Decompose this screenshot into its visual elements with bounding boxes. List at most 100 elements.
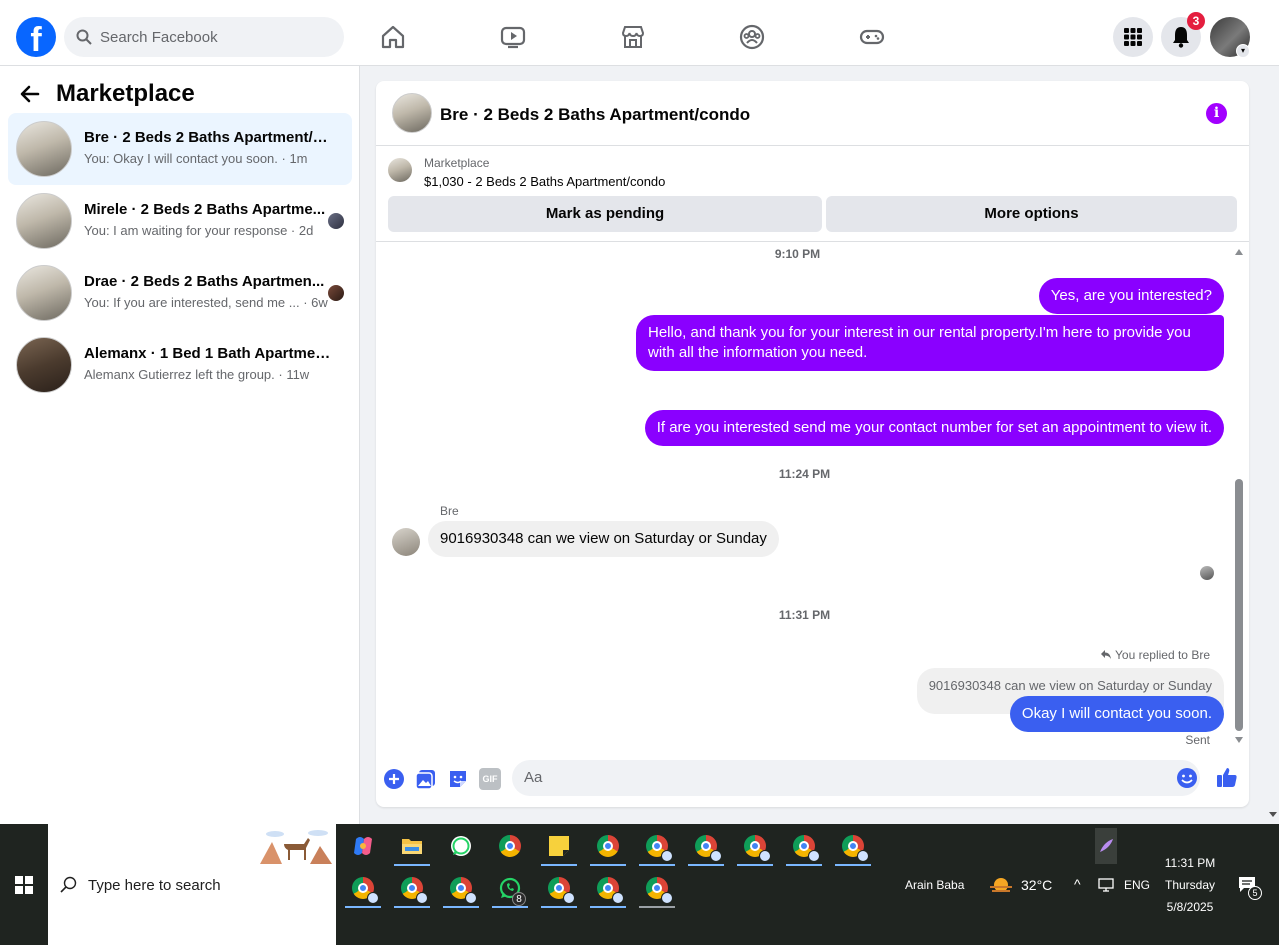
whatsapp-badge: 8 bbox=[512, 892, 526, 906]
running-indicator bbox=[835, 864, 871, 866]
taskbar-chrome-profile[interactable] bbox=[392, 870, 432, 908]
video-icon[interactable] bbox=[500, 24, 526, 50]
groups-icon[interactable] bbox=[739, 24, 765, 50]
message-bubble-received[interactable]: 9016930348 can we view on Saturday or Su… bbox=[428, 521, 779, 557]
conversation-title: Bre · 2 Beds 2 Baths Apartment/co... bbox=[84, 129, 334, 146]
sidebar-title: Marketplace bbox=[56, 80, 195, 107]
taskbar-chrome-profile[interactable] bbox=[833, 828, 873, 866]
running-indicator bbox=[786, 864, 822, 866]
chrome-icon bbox=[597, 835, 619, 857]
sender-avatar[interactable] bbox=[392, 528, 420, 556]
page-scroll-down-icon[interactable] bbox=[1269, 810, 1277, 818]
taskbar-search[interactable]: Type here to search bbox=[48, 824, 336, 945]
marketplace-icon[interactable] bbox=[620, 24, 646, 50]
sticker-icon[interactable] bbox=[447, 768, 469, 790]
network-icon[interactable] bbox=[1098, 878, 1114, 892]
message-timestamp: 11:31 PM bbox=[778, 608, 831, 622]
taskbar-file-explorer[interactable] bbox=[392, 828, 432, 866]
scroll-down-icon[interactable] bbox=[1235, 737, 1243, 743]
info-icon[interactable]: i bbox=[1206, 103, 1227, 124]
chat-avatar[interactable] bbox=[392, 93, 432, 133]
taskbar-chrome-profile[interactable] bbox=[637, 828, 677, 866]
listing-label: Marketplace bbox=[424, 156, 490, 170]
sidebar-header: Marketplace bbox=[20, 80, 195, 108]
photo-icon[interactable] bbox=[415, 768, 437, 790]
taskbar-chrome-profile[interactable] bbox=[735, 828, 775, 866]
clock-time[interactable]: 11:31 PM bbox=[1160, 856, 1220, 870]
thumbs-up-icon[interactable] bbox=[1216, 766, 1238, 788]
windows-logo-icon bbox=[15, 875, 33, 894]
message-bubble-sent[interactable]: Yes, are you interested? bbox=[1038, 278, 1224, 314]
listing-price[interactable]: $1,030 - 2 Beds 2 Baths Apartment/condo bbox=[424, 174, 665, 189]
chat-title[interactable]: Bre · 2 Beds 2 Baths Apartment/condo bbox=[440, 105, 750, 125]
notification-badge: 3 bbox=[1187, 12, 1205, 30]
chevron-down-icon[interactable]: ▾ bbox=[1236, 44, 1250, 58]
running-indicator bbox=[492, 906, 528, 908]
weather-sun-icon[interactable] bbox=[988, 874, 1014, 896]
reply-indicator-text: You replied to Bre bbox=[1115, 648, 1210, 662]
taskbar-chrome-profile-active[interactable] bbox=[637, 870, 677, 908]
mark-as-pending-button[interactable]: Mark as pending bbox=[388, 196, 822, 232]
more-options-button[interactable]: More options bbox=[826, 196, 1237, 232]
home-icon[interactable] bbox=[380, 24, 406, 50]
chevron-up-icon[interactable]: ^ bbox=[1074, 876, 1081, 892]
taskbar-chrome-profile[interactable] bbox=[441, 870, 481, 908]
chrome-profile-icon bbox=[744, 835, 771, 862]
messages-scrollbar[interactable] bbox=[1235, 249, 1243, 743]
conversation-preview: You: Okay I will contact you soon. · 1m bbox=[84, 151, 308, 166]
user-label: Arain Baba bbox=[905, 878, 965, 892]
chrome-icon bbox=[499, 835, 521, 857]
search-box[interactable]: Search Facebook bbox=[64, 17, 344, 57]
conversation-item[interactable]: Bre · 2 Beds 2 Baths Apartment/co... You… bbox=[8, 113, 352, 185]
conversation-item[interactable]: Drae · 2 Beds 2 Baths Apartmen... You: I… bbox=[8, 257, 352, 329]
taskbar-chrome[interactable] bbox=[490, 828, 530, 864]
top-navigation: f Search Facebook 3 ▾ bbox=[0, 0, 1279, 66]
language-indicator[interactable]: ENG bbox=[1124, 878, 1150, 892]
taskbar-chrome-profile[interactable] bbox=[686, 828, 726, 866]
emoji-icon[interactable] bbox=[1176, 767, 1198, 789]
temperature-label[interactable]: 32°C bbox=[1021, 877, 1052, 893]
conversation-item[interactable]: Mirele · 2 Beds 2 Baths Apartme... You: … bbox=[8, 185, 352, 257]
conversation-title: Drae · 2 Beds 2 Baths Apartmen... bbox=[84, 273, 325, 290]
listing-thumbnail[interactable] bbox=[388, 158, 412, 182]
chrome-profile-icon bbox=[646, 877, 673, 904]
scrollbar-thumb[interactable] bbox=[1235, 479, 1243, 731]
reply-arrow-icon bbox=[1100, 650, 1111, 659]
scroll-up-icon[interactable] bbox=[1235, 249, 1243, 255]
clock-day[interactable]: Thursday bbox=[1160, 878, 1220, 892]
facebook-logo[interactable]: f bbox=[16, 17, 56, 57]
windows-taskbar: Type here to search 8 Arain Baba 32°C ^ … bbox=[0, 824, 1279, 945]
chrome-profile-icon bbox=[597, 877, 624, 904]
tray-app-button[interactable] bbox=[1095, 828, 1117, 864]
taskbar-whatsapp-2[interactable]: 8 bbox=[490, 870, 530, 908]
taskbar-chrome-window[interactable] bbox=[588, 828, 628, 866]
message-bubble-sent[interactable]: Okay I will contact you soon. bbox=[1009, 696, 1224, 732]
taskbar-chrome-profile[interactable] bbox=[588, 870, 628, 908]
message-input[interactable]: Aa bbox=[512, 760, 1200, 796]
seen-indicator-avatar bbox=[1200, 566, 1214, 580]
running-indicator bbox=[590, 864, 626, 866]
conversation-preview: Alemanx Gutierrez left the group. · 11w bbox=[84, 367, 310, 382]
conversation-item[interactable]: Alemanx · 1 Bed 1 Bath Apartment... Alem… bbox=[8, 329, 352, 401]
gif-icon[interactable]: GIF bbox=[479, 768, 501, 790]
plus-circle-icon[interactable] bbox=[383, 768, 405, 790]
taskbar-chrome-profile[interactable] bbox=[539, 870, 579, 908]
start-button[interactable] bbox=[0, 824, 48, 945]
back-arrow-icon[interactable] bbox=[20, 84, 40, 104]
message-timestamp: 9:10 PM bbox=[774, 247, 821, 261]
message-bubble-sent[interactable]: If are you interested send me your conta… bbox=[644, 410, 1224, 446]
message-bubble-sent[interactable]: Hello, and thank you for your interest i… bbox=[636, 315, 1224, 371]
taskbar-copilot[interactable] bbox=[343, 828, 383, 864]
feather-icon bbox=[1100, 839, 1113, 852]
running-indicator bbox=[394, 864, 430, 866]
message-timestamp: 11:24 PM bbox=[778, 467, 831, 481]
gaming-icon[interactable] bbox=[859, 24, 885, 50]
menu-button[interactable] bbox=[1113, 17, 1153, 57]
taskbar-sticky-notes[interactable] bbox=[539, 828, 579, 866]
listing-thumbnail bbox=[16, 193, 72, 249]
taskbar-chrome-profile[interactable] bbox=[343, 870, 383, 908]
clock-date[interactable]: 5/8/2025 bbox=[1160, 900, 1220, 914]
running-indicator bbox=[541, 906, 577, 908]
taskbar-whatsapp-1[interactable] bbox=[441, 828, 481, 864]
taskbar-chrome-profile[interactable] bbox=[784, 828, 824, 866]
